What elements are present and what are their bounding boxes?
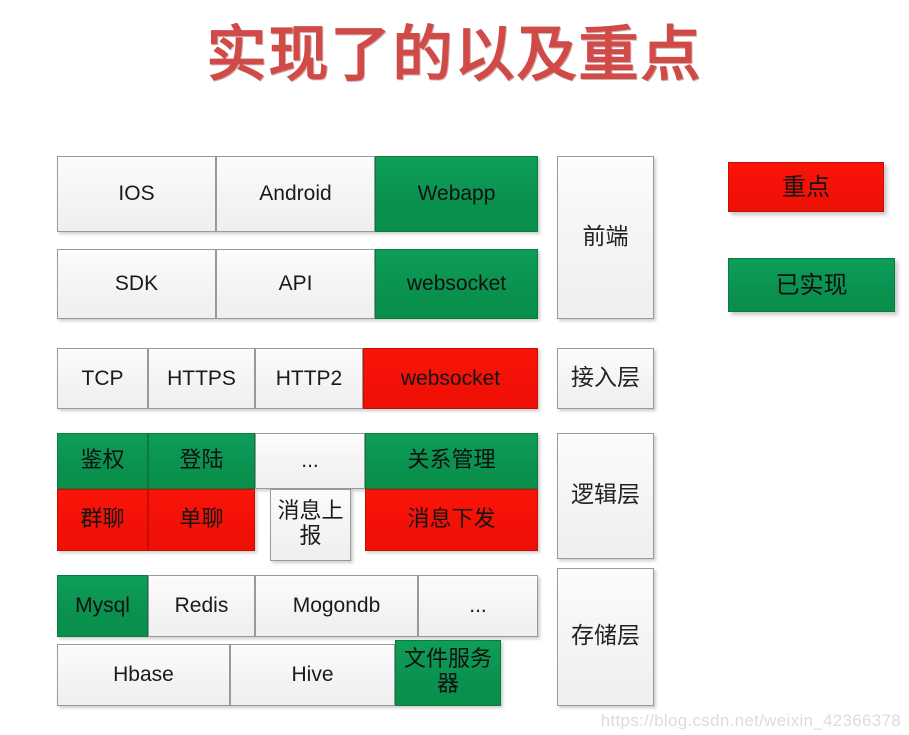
box-mysql[interactable]: Mysql bbox=[57, 575, 148, 637]
watermark: https://blog.csdn.net/weixin_42366378 bbox=[600, 711, 901, 730]
box-android[interactable]: Android bbox=[216, 156, 375, 232]
box-message-delivery[interactable]: 消息下发 bbox=[365, 489, 538, 551]
box-webapp[interactable]: Webapp bbox=[375, 156, 538, 232]
legend-key-focus: 重点 bbox=[728, 162, 884, 212]
layer-label-access: 接入层 bbox=[557, 348, 654, 409]
box-websocket-access[interactable]: websocket bbox=[363, 348, 538, 409]
box-https[interactable]: HTTPS bbox=[148, 348, 255, 409]
box-auth[interactable]: 鉴权 bbox=[57, 433, 148, 489]
box-redis[interactable]: Redis bbox=[148, 575, 255, 637]
box-ios[interactable]: IOS bbox=[57, 156, 216, 232]
box-hbase[interactable]: Hbase bbox=[57, 644, 230, 706]
box-single-chat[interactable]: 单聊 bbox=[148, 489, 255, 551]
box-storage-more[interactable]: ... bbox=[418, 575, 538, 637]
box-file-server[interactable]: 文件服务器 bbox=[395, 640, 501, 706]
layer-label-logic: 逻辑层 bbox=[557, 433, 654, 559]
box-relation-management[interactable]: 关系管理 bbox=[365, 433, 538, 489]
box-logic-more[interactable]: ... bbox=[255, 433, 365, 489]
page-title: 实现了的以及重点 bbox=[206, 20, 703, 90]
layer-label-storage: 存储层 bbox=[557, 568, 654, 706]
box-hive[interactable]: Hive bbox=[230, 644, 395, 706]
legend-implemented: 已实现 bbox=[728, 258, 895, 312]
box-websocket-frontend[interactable]: websocket bbox=[375, 249, 538, 319]
box-api[interactable]: API bbox=[216, 249, 375, 319]
box-sdk[interactable]: SDK bbox=[57, 249, 216, 319]
layer-label-frontend: 前端 bbox=[557, 156, 654, 319]
box-tcp[interactable]: TCP bbox=[57, 348, 148, 409]
box-group-chat[interactable]: 群聊 bbox=[57, 489, 148, 551]
box-login[interactable]: 登陆 bbox=[148, 433, 255, 489]
box-mogondb[interactable]: Mogondb bbox=[255, 575, 418, 637]
box-http2[interactable]: HTTP2 bbox=[255, 348, 363, 409]
slide-canvas: 实现了的以及重点 IOS Android Webapp SDK API webs… bbox=[0, 0, 909, 735]
box-message-report[interactable]: 消息上报 bbox=[270, 489, 351, 561]
